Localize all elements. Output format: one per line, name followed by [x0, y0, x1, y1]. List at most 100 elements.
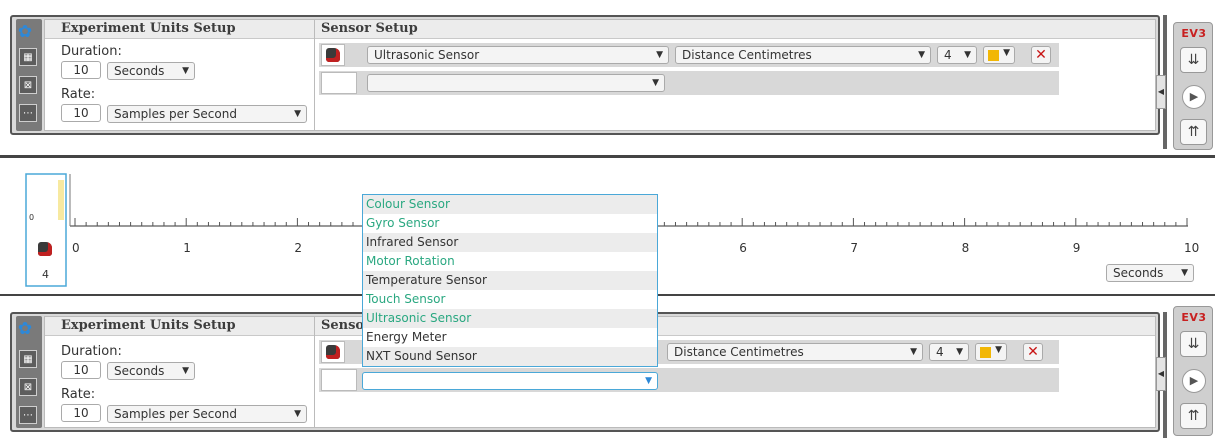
sensor-mode-value: Distance Centimetres: [682, 48, 812, 62]
dropdown-option[interactable]: Ultrasonic Sensor: [363, 309, 657, 328]
x-tick-label: 7: [850, 241, 859, 255]
grid-view-icon[interactable]: ▦: [19, 48, 37, 66]
upload-icon[interactable]: ⇈: [1180, 119, 1207, 145]
experiment-units-setup-bottom: Experiment Units Setup Duration: 10 Seco…: [44, 316, 318, 428]
sensor-mode-select[interactable]: Distance Centimetres ▼: [675, 46, 931, 64]
ultrasonic-sensor-icon: [321, 341, 345, 363]
rate-unit-select[interactable]: Samples per Second ▼: [107, 105, 307, 123]
rate-unit-select[interactable]: Samples per Second ▼: [107, 405, 307, 423]
upload-icon[interactable]: ⇈: [1180, 403, 1207, 429]
settings-gear-icon[interactable]: ✿: [16, 320, 34, 338]
ev3-brand-label: EV3: [1181, 27, 1207, 40]
chevron-down-icon: ▼: [645, 376, 652, 386]
duration-input[interactable]: 10: [61, 361, 101, 379]
dropdown-option[interactable]: Motor Rotation: [363, 252, 657, 271]
chevron-down-icon: ▼: [652, 78, 659, 88]
collapse-panel-tab[interactable]: ◀: [1156, 357, 1166, 391]
x-tick-label: 6: [739, 241, 747, 255]
x-tick-label: 1: [183, 241, 191, 255]
ev3-controls-bottom: EV3 ⇊ ▶ ⇈: [1173, 306, 1213, 436]
y-tick-label: 0: [29, 213, 35, 222]
play-icon[interactable]: ▶: [1182, 369, 1206, 393]
download-icon[interactable]: ⇊: [1180, 47, 1207, 73]
duration-input[interactable]: 10: [61, 61, 101, 79]
rate-input[interactable]: 10: [61, 404, 101, 422]
table-view-icon[interactable]: ⊠: [19, 378, 37, 396]
play-icon[interactable]: ▶: [1182, 85, 1206, 109]
rate-unit-value: Samples per Second: [114, 107, 237, 121]
chevron-down-icon: ▼: [1003, 48, 1010, 58]
empty-sensor-slot: [321, 72, 357, 94]
units-header: Experiment Units Setup: [61, 318, 236, 333]
chevron-down-icon: ▼: [294, 109, 301, 119]
chevron-down-icon: ▼: [294, 409, 301, 419]
duration-unit-value: Seconds: [114, 64, 165, 78]
duration-unit-select[interactable]: Seconds ▼: [107, 62, 195, 80]
duration-label: Duration:: [61, 344, 122, 359]
sensor-setup: Sensor Setup Ultrasonic Sensor ▼ Distanc…: [314, 19, 1156, 131]
delete-sensor-button[interactable]: ✕: [1023, 343, 1043, 361]
sensor-type-select[interactable]: Ultrasonic Sensor ▼: [367, 46, 669, 64]
port-value: 4: [944, 48, 952, 62]
rate-label: Rate:: [61, 387, 96, 402]
dropdown-option[interactable]: NXT Sound Sensor: [363, 347, 657, 366]
chevron-down-icon: ▼: [956, 347, 963, 357]
table-view-icon[interactable]: ⊠: [19, 76, 37, 94]
duration-unit-select[interactable]: Seconds ▼: [107, 362, 195, 380]
ev3-brand-label: EV3: [1181, 311, 1207, 324]
sensor-type-value: Ultrasonic Sensor: [374, 48, 480, 62]
empty-sensor-slot: [321, 369, 357, 391]
chevron-down-icon: ▼: [656, 50, 663, 60]
duration-label: Duration:: [61, 44, 122, 59]
duration-unit-value: Seconds: [114, 364, 165, 378]
rate-input[interactable]: 10: [61, 104, 101, 122]
dropdown-option[interactable]: Infrared Sensor: [363, 233, 657, 252]
dropdown-option[interactable]: Energy Meter: [363, 328, 657, 347]
port-select[interactable]: 4 ▼: [937, 46, 977, 64]
color-picker-button[interactable]: ▼: [975, 343, 1007, 361]
top-setup-panel: ✿ ▦ ⊠ ⋯ Experiment Units Setup Duration:…: [10, 15, 1160, 135]
dropdown-option[interactable]: Colour Sensor: [363, 195, 657, 214]
chevron-down-icon: ▼: [964, 50, 971, 60]
dropdown-option[interactable]: Touch Sensor: [363, 290, 657, 309]
sensor-mode-select[interactable]: Distance Centimetres ▼: [667, 343, 923, 361]
x-tick-label: 10: [1184, 241, 1200, 255]
section-divider: [0, 155, 1215, 158]
dropdown-option[interactable]: Temperature Sensor: [363, 271, 657, 290]
x-unit-value: Seconds: [1113, 266, 1164, 280]
more-options-icon[interactable]: ⋯: [19, 104, 37, 122]
second-sensor-select[interactable]: ▼: [367, 74, 665, 92]
x-tick-label: 8: [961, 241, 970, 255]
more-options-icon[interactable]: ⋯: [19, 406, 37, 424]
download-icon[interactable]: ⇊: [1180, 331, 1207, 357]
delete-sensor-button[interactable]: ✕: [1031, 46, 1051, 64]
chevron-down-icon: ▼: [910, 347, 917, 357]
settings-gear-icon[interactable]: ✿: [16, 23, 34, 41]
x-tick-label: 0: [72, 241, 80, 255]
x-unit-select[interactable]: Seconds ▼: [1106, 264, 1194, 282]
x-tick-label: 9: [1072, 241, 1081, 255]
sensor-type-dropdown: Colour Sensor Gyro Sensor Infrared Sensor M…: [362, 194, 658, 367]
port-label: 4: [42, 268, 49, 281]
collapse-panel-tab[interactable]: ◀: [1156, 75, 1166, 109]
units-header: Experiment Units Setup: [61, 21, 236, 36]
port-select[interactable]: 4 ▼: [929, 343, 969, 361]
color-picker-button[interactable]: ▼: [983, 46, 1015, 64]
sensor-header-bar: [315, 20, 1155, 39]
color-swatch: [980, 347, 991, 358]
chevron-down-icon: ▼: [182, 66, 189, 76]
chevron-down-icon: ▼: [182, 366, 189, 376]
port-value: 4: [936, 345, 944, 359]
grid-view-icon[interactable]: ▦: [19, 350, 37, 368]
dropdown-options: Colour Sensor Gyro Sensor Infrared Sensor M…: [363, 195, 657, 366]
y-axis-scale: [58, 180, 64, 220]
open-sensor-select[interactable]: ▼: [362, 372, 658, 390]
sensor-header: Sensor Setup: [321, 21, 418, 36]
ultrasonic-sensor-icon: [321, 44, 345, 66]
rate-label: Rate:: [61, 87, 96, 102]
graph-sensor-icon: [30, 235, 60, 263]
chevron-down-icon: ▼: [995, 345, 1002, 355]
dropdown-option[interactable]: Gyro Sensor: [363, 214, 657, 233]
sensor-mode-value: Distance Centimetres: [674, 345, 804, 359]
chevron-down-icon: ▼: [918, 50, 925, 60]
